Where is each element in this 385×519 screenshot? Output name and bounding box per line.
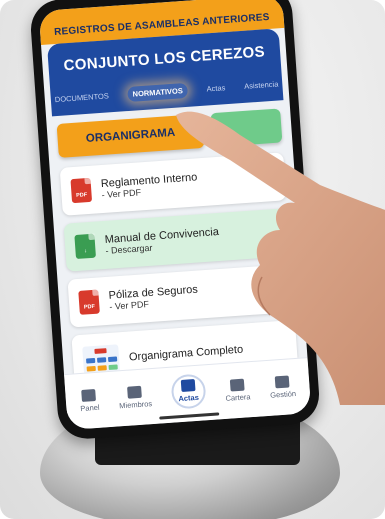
tab-actas[interactable]: Actas — [206, 83, 225, 93]
wallet-icon — [229, 378, 245, 392]
tab-normativos[interactable]: NORMATIVOS — [127, 82, 189, 103]
document-card-manual[interactable]: ↓ Manual de Convivencia - Descargar — [63, 208, 291, 272]
smartphone: REGISTROS DE ASAMBLEAS ANTERIORES CONJUN… — [28, 0, 322, 441]
document-icon — [180, 379, 196, 393]
page-title: CONJUNTO LOS CEREZOS — [63, 43, 266, 75]
nav-gestion[interactable]: Gestión — [269, 375, 296, 400]
tab-bar: DOCUMENTOS NORMATIVOS Actas Asistencia — [54, 76, 279, 107]
tab-asistencia[interactable]: Asistencia — [244, 79, 279, 90]
organigrama-button[interactable]: ORGANIGRAMA — [56, 113, 205, 158]
grid-icon — [81, 388, 97, 402]
nav-actas[interactable]: Actas — [169, 372, 207, 410]
document-card-poliza[interactable]: PDF Póliza de Seguros - Ver PDF — [67, 264, 295, 328]
phone-screen: REGISTROS DE ASAMBLEAS ANTERIORES CONJUN… — [38, 0, 312, 430]
green-action-button[interactable] — [210, 108, 283, 148]
nav-cartera[interactable]: Cartera — [224, 378, 251, 403]
people-icon — [127, 385, 143, 399]
action-row: ORGANIGRAMA — [56, 108, 283, 158]
nav-panel[interactable]: Panel — [79, 388, 100, 413]
nav-miembros[interactable]: Miembros — [118, 385, 152, 410]
org-card-title: Organigrama Completo — [128, 343, 244, 364]
pdf-icon: PDF — [70, 177, 93, 204]
tab-documentos[interactable]: DOCUMENTOS — [55, 91, 110, 104]
pdf-icon: PDF — [78, 289, 100, 315]
photo-scene: REGISTROS DE ASAMBLEAS ANTERIORES CONJUN… — [0, 0, 385, 519]
main-content: ORGANIGRAMA PDF Reglamento Interno - Ver… — [46, 100, 309, 404]
document-card-reglamento[interactable]: PDF Reglamento Interno - Ver PDF — [59, 152, 287, 216]
download-icon: ↓ — [74, 233, 96, 260]
history-icon — [274, 375, 290, 389]
